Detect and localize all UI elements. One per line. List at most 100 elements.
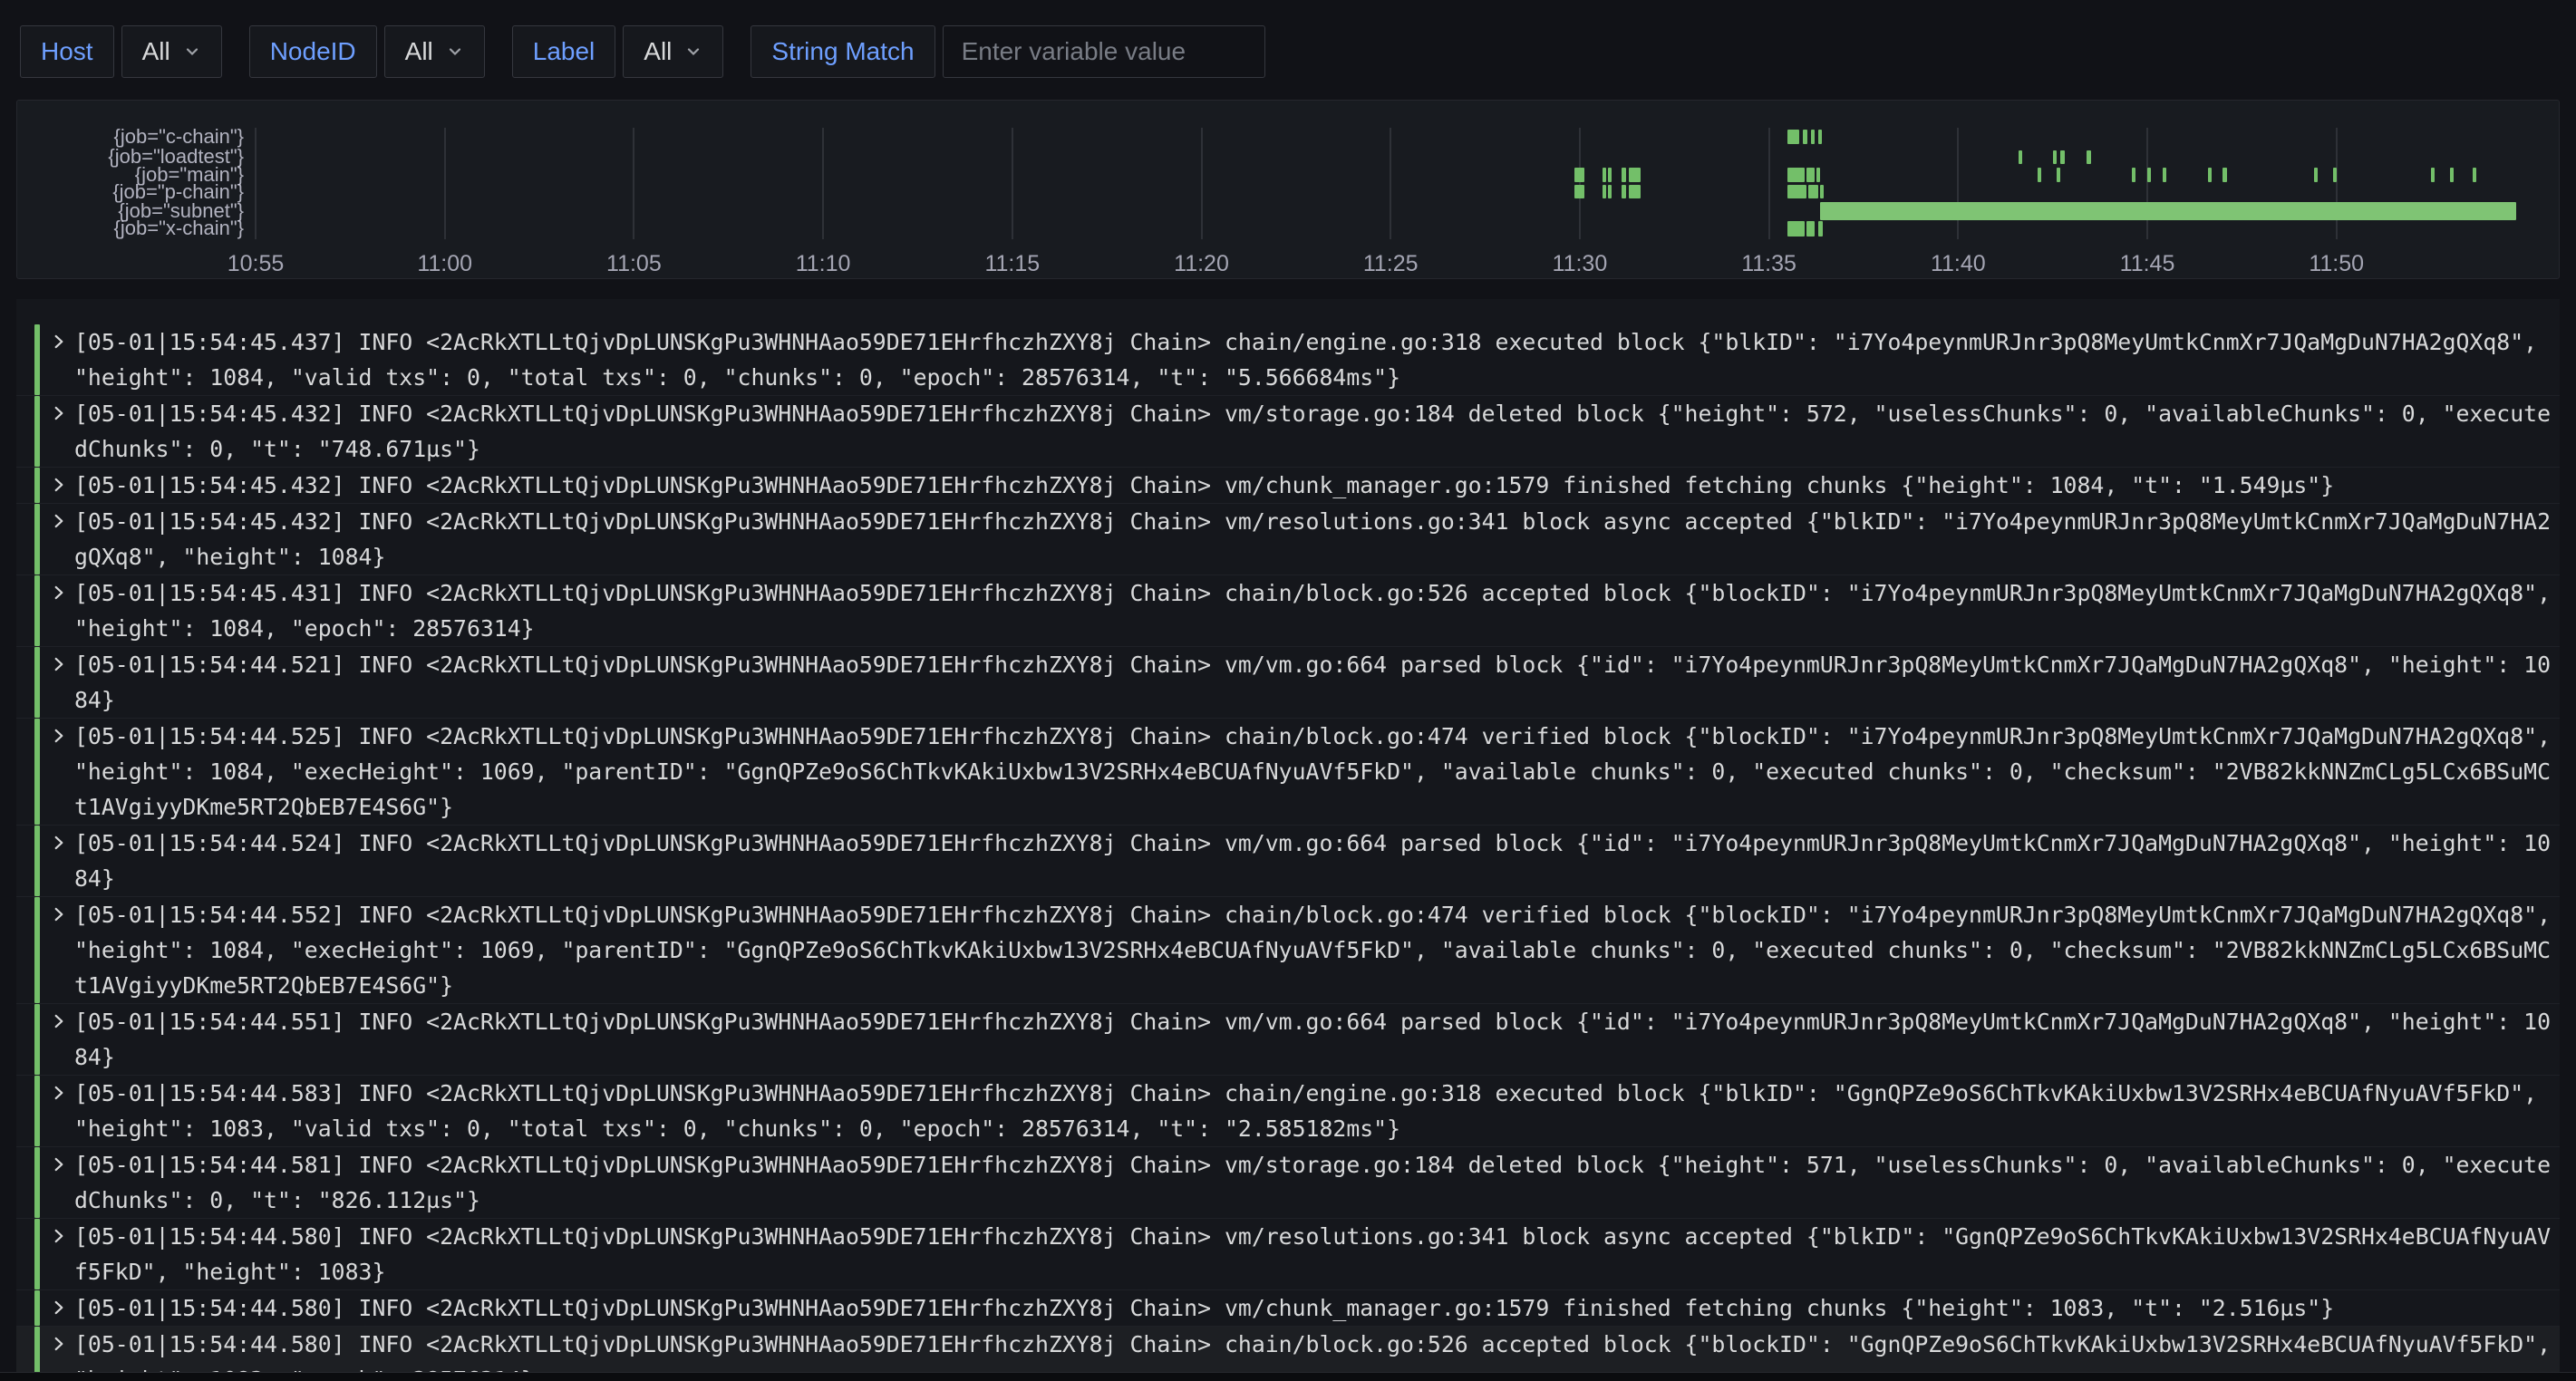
x-axis-label: 11:45 — [2120, 251, 2175, 277]
event-tick — [1608, 185, 1612, 198]
expand-chevron-icon[interactable] — [49, 647, 74, 718]
event-tick — [2132, 168, 2135, 182]
x-gridline — [444, 128, 446, 239]
log-row[interactable]: [05-01|15:54:44.552] INFO <2AcRkXTLLtQjv… — [16, 897, 2560, 1004]
event-tick — [1603, 168, 1606, 182]
log-row[interactable]: [05-01|15:54:44.551] INFO <2AcRkXTLLtQjv… — [16, 1004, 2560, 1076]
x-gridline — [1390, 128, 1391, 239]
event-tick — [2147, 168, 2151, 182]
chevron-down-icon — [684, 43, 702, 61]
log-row[interactable]: [05-01|15:54:45.432] INFO <2AcRkXTLLtQjv… — [16, 468, 2560, 504]
variable-select-nodeid[interactable]: All — [384, 25, 485, 78]
event-tick — [1811, 130, 1815, 144]
log-level-bar — [34, 1004, 40, 1075]
bottom-scrollbar-track[interactable] — [0, 1372, 2576, 1381]
x-axis-label: 11:10 — [796, 251, 851, 277]
expand-chevron-icon[interactable] — [49, 1076, 74, 1146]
log-row[interactable]: [05-01|15:54:44.580] INFO <2AcRkXTLLtQjv… — [16, 1327, 2560, 1374]
string-match-label: String Match — [751, 25, 935, 78]
expand-chevron-icon[interactable] — [49, 1147, 74, 1218]
event-tick — [2450, 168, 2454, 182]
variable-select-host[interactable]: All — [121, 25, 222, 78]
event-tick — [1622, 185, 1626, 198]
log-message: [05-01|15:54:44.552] INFO <2AcRkXTLLtQjv… — [74, 897, 2558, 1003]
event-tick — [2087, 150, 2091, 164]
x-gridline — [1579, 128, 1581, 239]
expand-chevron-icon[interactable] — [49, 719, 74, 825]
expand-chevron-icon[interactable] — [49, 575, 74, 646]
expand-chevron-icon[interactable] — [49, 1219, 74, 1289]
log-row[interactable]: [05-01|15:54:44.581] INFO <2AcRkXTLLtQjv… — [16, 1147, 2560, 1219]
variable-group-label: LabelAll — [512, 25, 724, 78]
expand-chevron-icon[interactable] — [49, 468, 74, 503]
log-message: [05-01|15:54:45.432] INFO <2AcRkXTLLtQjv… — [74, 396, 2558, 467]
variable-group-host: Host All — [20, 25, 222, 78]
grafana-dashboard: HostAllNodeIDAllLabelAll String Match {j… — [0, 0, 2576, 1381]
event-tick — [2060, 150, 2065, 164]
variable-label-nodeid: NodeID — [249, 25, 377, 78]
log-message: [05-01|15:54:44.580] INFO <2AcRkXTLLtQjv… — [74, 1290, 2558, 1326]
log-level-bar — [34, 1219, 40, 1289]
x-axis-label: 11:35 — [1741, 251, 1796, 277]
x-axis-label: 11:15 — [984, 251, 1040, 277]
string-match-input[interactable] — [943, 25, 1265, 78]
event-tick — [1806, 168, 1814, 182]
log-row[interactable]: [05-01|15:54:45.432] INFO <2AcRkXTLLtQjv… — [16, 396, 2560, 468]
variable-label-label: Label — [512, 25, 616, 78]
event-tick — [2333, 168, 2337, 182]
x-axis-label: 10:55 — [228, 251, 285, 277]
variable-select-label[interactable]: All — [623, 25, 723, 78]
variable-value: All — [142, 37, 170, 66]
variable-value: All — [405, 37, 433, 66]
log-message: [05-01|15:54:44.581] INFO <2AcRkXTLLtQjv… — [74, 1147, 2558, 1218]
event-tick — [2019, 150, 2022, 164]
x-axis-label: 11:25 — [1363, 251, 1419, 277]
event-tick — [1629, 185, 1641, 198]
x-axis-label: 11:20 — [1174, 251, 1229, 277]
expand-chevron-icon[interactable] — [49, 897, 74, 1003]
event-tick — [2473, 168, 2476, 182]
x-axis-label: 11:40 — [1931, 251, 1986, 277]
log-level-bar — [34, 647, 40, 718]
x-gridline — [2336, 128, 2338, 239]
event-tick — [2057, 168, 2060, 182]
log-row[interactable]: [05-01|15:54:44.524] INFO <2AcRkXTLLtQjv… — [16, 826, 2560, 897]
log-row[interactable]: [05-01|15:54:44.580] INFO <2AcRkXTLLtQjv… — [16, 1290, 2560, 1327]
expand-chevron-icon[interactable] — [49, 826, 74, 896]
event-tick — [2053, 150, 2057, 164]
event-tick — [2314, 168, 2318, 182]
series-label: {job="x-chain"} — [17, 217, 244, 239]
log-message: [05-01|15:54:45.437] INFO <2AcRkXTLLtQjv… — [74, 324, 2558, 395]
log-level-bar — [34, 1327, 40, 1374]
x-gridline — [1012, 128, 1013, 239]
expand-chevron-icon[interactable] — [49, 1004, 74, 1075]
event-tick — [2431, 168, 2435, 182]
log-row[interactable]: [05-01|15:54:44.525] INFO <2AcRkXTLLtQjv… — [16, 719, 2560, 826]
log-row[interactable]: [05-01|15:54:44.521] INFO <2AcRkXTLLtQjv… — [16, 647, 2560, 719]
log-row[interactable]: [05-01|15:54:44.580] INFO <2AcRkXTLLtQjv… — [16, 1219, 2560, 1290]
expand-chevron-icon[interactable] — [49, 504, 74, 575]
event-tick — [1820, 185, 1824, 198]
log-level-bar — [34, 396, 40, 467]
expand-chevron-icon[interactable] — [49, 324, 74, 395]
log-row[interactable]: [05-01|15:54:45.437] INFO <2AcRkXTLLtQjv… — [16, 324, 2560, 396]
expand-chevron-icon[interactable] — [49, 1290, 74, 1326]
expand-chevron-icon[interactable] — [49, 1327, 74, 1374]
event-tick — [1787, 168, 1805, 182]
event-tick — [1803, 130, 1807, 144]
event-tick — [1574, 168, 1585, 182]
log-list: [05-01|15:54:45.437] INFO <2AcRkXTLLtQjv… — [16, 324, 2560, 1374]
event-tick — [1808, 185, 1817, 198]
log-row[interactable]: [05-01|15:54:44.583] INFO <2AcRkXTLLtQjv… — [16, 1076, 2560, 1147]
expand-chevron-icon[interactable] — [49, 396, 74, 467]
event-tick — [1787, 185, 1806, 198]
x-gridline — [2146, 128, 2148, 239]
x-gridline — [822, 128, 824, 239]
log-row[interactable]: [05-01|15:54:45.431] INFO <2AcRkXTLLtQjv… — [16, 575, 2560, 647]
event-tick — [2208, 168, 2212, 182]
variables-toolbar: HostAllNodeIDAllLabelAll String Match — [20, 25, 1293, 78]
log-row[interactable]: [05-01|15:54:45.432] INFO <2AcRkXTLLtQjv… — [16, 504, 2560, 575]
log-message: [05-01|15:54:44.583] INFO <2AcRkXTLLtQjv… — [74, 1076, 2558, 1146]
log-volume-bar — [1820, 202, 2516, 220]
variable-label-host: Host — [20, 25, 114, 78]
